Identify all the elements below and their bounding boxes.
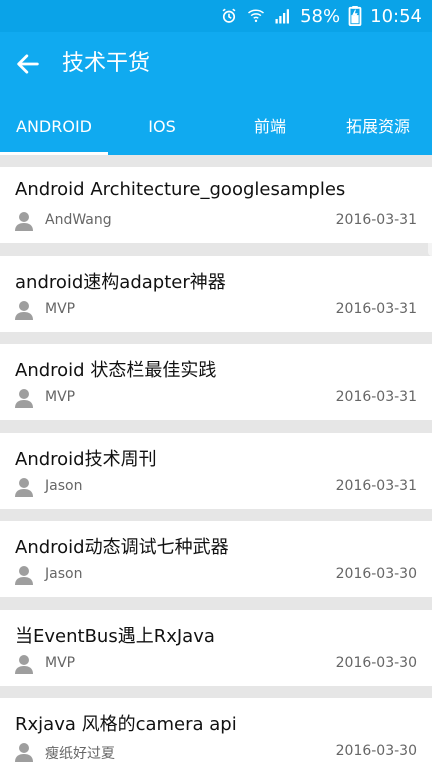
article-title: Rxjava 风格的camera api	[15, 714, 237, 735]
person-icon	[15, 211, 33, 231]
article-title: Android动态调试七种武器	[15, 537, 229, 558]
person-icon	[15, 300, 33, 320]
article-author: MVP	[45, 301, 76, 317]
person-icon	[15, 565, 33, 585]
list-item[interactable]: 当EventBus遇上RxJava MVP 2016-03-30	[0, 610, 432, 686]
tab-android[interactable]: ANDROID	[0, 96, 108, 155]
app-bar: 技术干货	[0, 32, 432, 96]
tab-indicator	[0, 152, 108, 155]
article-date: 2016-03-31	[335, 389, 417, 405]
list-item[interactable]: Android动态调试七种武器 Jason 2016-03-30	[0, 521, 432, 597]
list-item[interactable]: Android技术周刊 Jason 2016-03-31	[0, 433, 432, 509]
article-author: AndWang	[45, 212, 112, 228]
person-icon	[15, 654, 33, 674]
article-author: Jason	[45, 478, 83, 494]
article-date: 2016-03-30	[335, 655, 417, 671]
person-icon	[15, 388, 33, 408]
article-title: android速构adapter神器	[15, 272, 226, 293]
list-item[interactable]: Android Architecture_googlesamples AndWa…	[0, 167, 432, 243]
article-author: Jason	[45, 566, 83, 582]
article-date: 2016-03-30	[335, 743, 417, 759]
alarm-icon	[220, 7, 238, 25]
article-author: 瘦纸好过夏	[45, 746, 115, 762]
page-title: 技术干货	[62, 51, 151, 76]
wifi-icon	[246, 7, 266, 25]
person-icon	[15, 742, 33, 762]
tab-bar: ANDROID IOS 前端 拓展资源	[0, 96, 432, 256]
article-author: MVP	[45, 655, 76, 671]
status-bar: 58% 10:54	[0, 0, 432, 32]
signal-icon	[274, 7, 292, 25]
article-author: MVP	[45, 389, 76, 405]
article-date: 2016-03-31	[335, 478, 417, 494]
list-item[interactable]: Android 状态栏最佳实践 MVP 2016-03-31	[0, 344, 432, 420]
tab-frontend[interactable]: 前端	[216, 96, 324, 155]
battery-percent: 58%	[300, 5, 341, 27]
list-item[interactable]: Rxjava 风格的camera api 瘦纸好过夏 2016-03-30	[0, 698, 432, 774]
article-title: Android技术周刊	[15, 449, 157, 470]
article-date: 2016-03-31	[335, 212, 417, 228]
article-title: 当EventBus遇上RxJava	[15, 626, 215, 647]
article-date: 2016-03-30	[335, 566, 417, 582]
clock-time: 10:54	[370, 5, 422, 27]
tab-extended-resources[interactable]: 拓展资源	[324, 96, 432, 155]
article-title: Android Architecture_googlesamples	[15, 179, 346, 200]
tab-ios[interactable]: IOS	[108, 96, 216, 155]
person-icon	[15, 477, 33, 497]
battery-icon	[348, 6, 362, 26]
article-date: 2016-03-31	[335, 301, 417, 317]
list-item[interactable]: android速构adapter神器 MVP 2016-03-31	[0, 256, 432, 332]
back-arrow-icon[interactable]	[14, 50, 42, 78]
article-title: Android 状态栏最佳实践	[15, 360, 217, 381]
status-icons: 58% 10:54	[220, 0, 422, 32]
